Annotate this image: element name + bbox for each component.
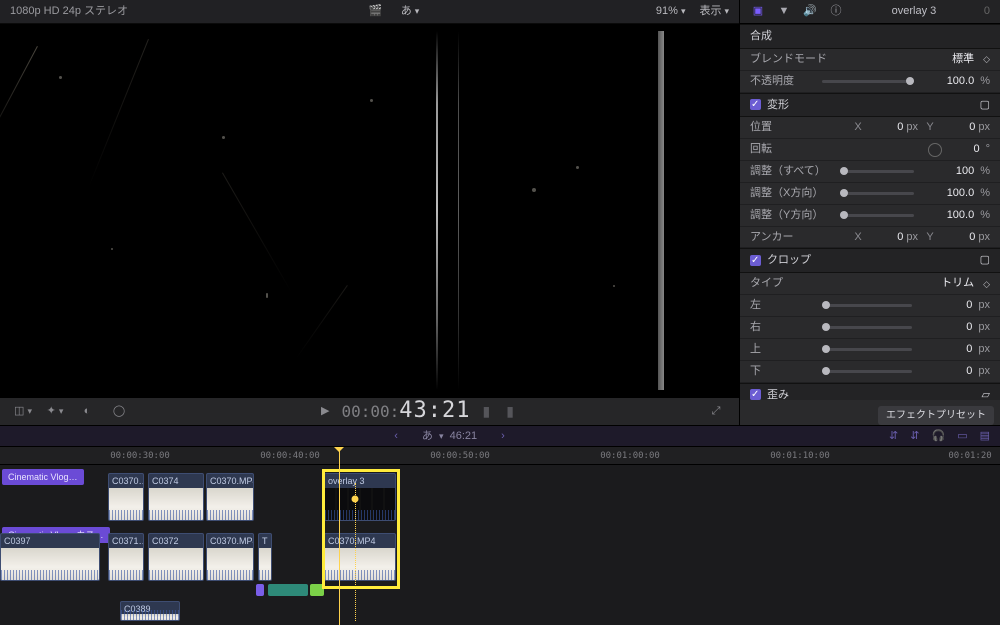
effects-tool-icon[interactable]: ✦▾	[44, 404, 66, 419]
ruler-tick: 00:00:50:00	[430, 447, 490, 465]
format-label: 1080p HD 24p ステレオ	[10, 4, 128, 19]
view-menu[interactable]: 表示▾	[699, 4, 729, 19]
viewer-canvas[interactable]	[0, 24, 739, 397]
inspector-header: ▣ ▼ 🔊 ⓘ overlay 3 0	[740, 0, 1000, 24]
position-row[interactable]: 位置 X0 px Y0 px	[740, 117, 1000, 139]
crop-left-row[interactable]: 左 0px	[740, 295, 1000, 317]
timeline-toolbar: ‹ あ ▾ 46:21 › ⇵ ⇵ 🎧 ▭ ▤	[0, 425, 1000, 447]
clip[interactable]: C0389	[120, 601, 180, 621]
transform-checkbox[interactable]	[750, 99, 761, 110]
timeline-name[interactable]: あ ▾ 46:21	[422, 429, 477, 444]
viewer-footer: ◫▾ ✦▾ ◐ ◯ ▶ 00:00:43:21 ▮ ▮ ⤢	[0, 397, 739, 425]
anchor-row[interactable]: アンカー X0 px Y0 px	[740, 227, 1000, 249]
clip[interactable]: T	[258, 533, 272, 581]
distort-onscreen-icon[interactable]: ▱	[982, 388, 990, 400]
timeline-ruler[interactable]: 00:00:30:00 00:00:40:00 00:00:50:00 00:01:0…	[0, 447, 1000, 465]
viewer-header: 1080p HD 24p ステレオ 🎬 あ▾ 91%▾ 表示▾	[0, 0, 739, 24]
section-transform-header[interactable]: 変形 ▢	[740, 93, 1000, 118]
inspector-title: overlay 3	[854, 4, 974, 19]
crop-bottom-row[interactable]: 下 0px	[740, 361, 1000, 383]
mark-out-icon[interactable]: ▮	[502, 399, 518, 424]
connected-lane: C0370…C0374C0370.MP4 overlay 3	[0, 473, 1000, 521]
ruler-tick: 00:01:20	[948, 447, 991, 465]
clip[interactable]: C0397	[0, 533, 100, 581]
inspector-scroll[interactable]: 合成 ブレンドモード 標準 ◇ 不透明度 100.0 % 変形 ▢ 位置	[740, 24, 1000, 400]
effect-preset-button[interactable]: エフェクトプリセット	[878, 406, 994, 426]
clip[interactable]: C0371…	[108, 533, 144, 581]
tab-audio-icon[interactable]: 🔊	[802, 4, 818, 19]
next-edit-icon[interactable]: ›	[501, 429, 505, 444]
section-distort-header[interactable]: 歪み ▱	[740, 383, 1000, 400]
section-crop-header[interactable]: クロップ ▢	[740, 248, 1000, 273]
fullscreen-icon[interactable]: ⤢	[705, 404, 727, 419]
tab-video-icon[interactable]: ▣	[750, 4, 766, 19]
solo-icon[interactable]: 🎧	[931, 429, 945, 444]
ruler-tick: 00:01:10:00	[770, 447, 830, 465]
ruler-tick: 00:00:40:00	[260, 447, 320, 465]
crop-tool-icon[interactable]: ◫▾	[12, 404, 34, 419]
opacity-row[interactable]: 不透明度 100.0 %	[740, 71, 1000, 93]
tab-info-icon[interactable]: ⓘ	[828, 4, 844, 19]
timecode: 00:00:43:21	[341, 400, 470, 422]
clip[interactable]: C0370.MP4	[206, 533, 254, 581]
audio-skimming-icon[interactable]: ⇵	[910, 429, 919, 444]
ruler-tick: 00:01:00:00	[600, 447, 660, 465]
clip[interactable]: overlay 3	[324, 473, 396, 521]
marker[interactable]	[310, 584, 324, 596]
playhead[interactable]	[339, 447, 340, 625]
color-tool-icon[interactable]: ◯	[108, 404, 130, 419]
mark-in-icon[interactable]: ▮	[479, 399, 495, 424]
primary-lane: C0397C0371…C0372C0370.MP4TC0370.MP4	[0, 533, 1000, 581]
clip[interactable]: C0372	[148, 533, 204, 581]
crop-right-row[interactable]: 右 0px	[740, 317, 1000, 339]
viewer-panel: 1080p HD 24p ステレオ 🎬 あ▾ 91%▾ 表示▾	[0, 0, 740, 425]
mini-lane	[0, 584, 1000, 598]
bottom-lane: C0389	[0, 601, 1000, 621]
ruler-tick: 00:00:30:00	[110, 447, 170, 465]
section-composite-header[interactable]: 合成	[740, 24, 1000, 49]
distort-checkbox[interactable]	[750, 389, 761, 399]
clip[interactable]: C0370…	[108, 473, 144, 521]
rotation-row[interactable]: 回転 0 °	[740, 139, 1000, 161]
name-dropdown[interactable]: あ▾	[401, 4, 420, 19]
marker[interactable]	[268, 584, 308, 596]
crop-top-row[interactable]: 上 0px	[740, 339, 1000, 361]
scale-x-row[interactable]: 調整（X方向） 100.0%	[740, 183, 1000, 205]
scale-y-row[interactable]: 調整（Y方向） 100.0%	[740, 205, 1000, 227]
clapper-icon[interactable]: 🎬	[365, 4, 387, 19]
zoom-dropdown[interactable]: 91%▾	[656, 4, 686, 19]
opacity-slider[interactable]	[822, 80, 914, 83]
index-icon[interactable]: ▤	[980, 429, 990, 444]
crop-onscreen-icon[interactable]: ▢	[980, 253, 990, 268]
rotation-dial-icon[interactable]	[928, 143, 942, 157]
prev-edit-icon[interactable]: ‹	[394, 429, 398, 444]
keyframe-point[interactable]	[352, 496, 359, 503]
crop-checkbox[interactable]	[750, 255, 761, 266]
skimming-icon[interactable]: ⇵	[889, 429, 898, 444]
clip[interactable]: C0370.MP4	[206, 473, 254, 521]
enhance-tool-icon[interactable]: ◐	[76, 404, 98, 419]
inspector-panel: ▣ ▼ 🔊 ⓘ overlay 3 0 合成 ブレンドモード 標準 ◇ 不透明度…	[740, 0, 1000, 425]
play-button[interactable]: ▶	[317, 401, 333, 422]
timeline[interactable]: 00:00:30:00 00:00:40:00 00:00:50:00 00:01:0…	[0, 447, 1000, 625]
inspector-tc: 0	[984, 4, 990, 19]
marker[interactable]	[256, 584, 264, 596]
clip[interactable]: C0374	[148, 473, 204, 521]
tab-generator-icon[interactable]: ▼	[776, 4, 792, 19]
clip[interactable]: C0370.MP4	[324, 533, 396, 581]
scale-all-row[interactable]: 調整（すべて） 100%	[740, 161, 1000, 183]
blend-mode-row[interactable]: ブレンドモード 標準 ◇	[740, 49, 1000, 71]
keyframe-line	[355, 483, 356, 621]
crop-type-row[interactable]: タイプ トリム◇	[740, 273, 1000, 295]
transform-onscreen-icon[interactable]: ▢	[980, 98, 990, 113]
snapping-icon[interactable]: ▭	[957, 429, 967, 444]
